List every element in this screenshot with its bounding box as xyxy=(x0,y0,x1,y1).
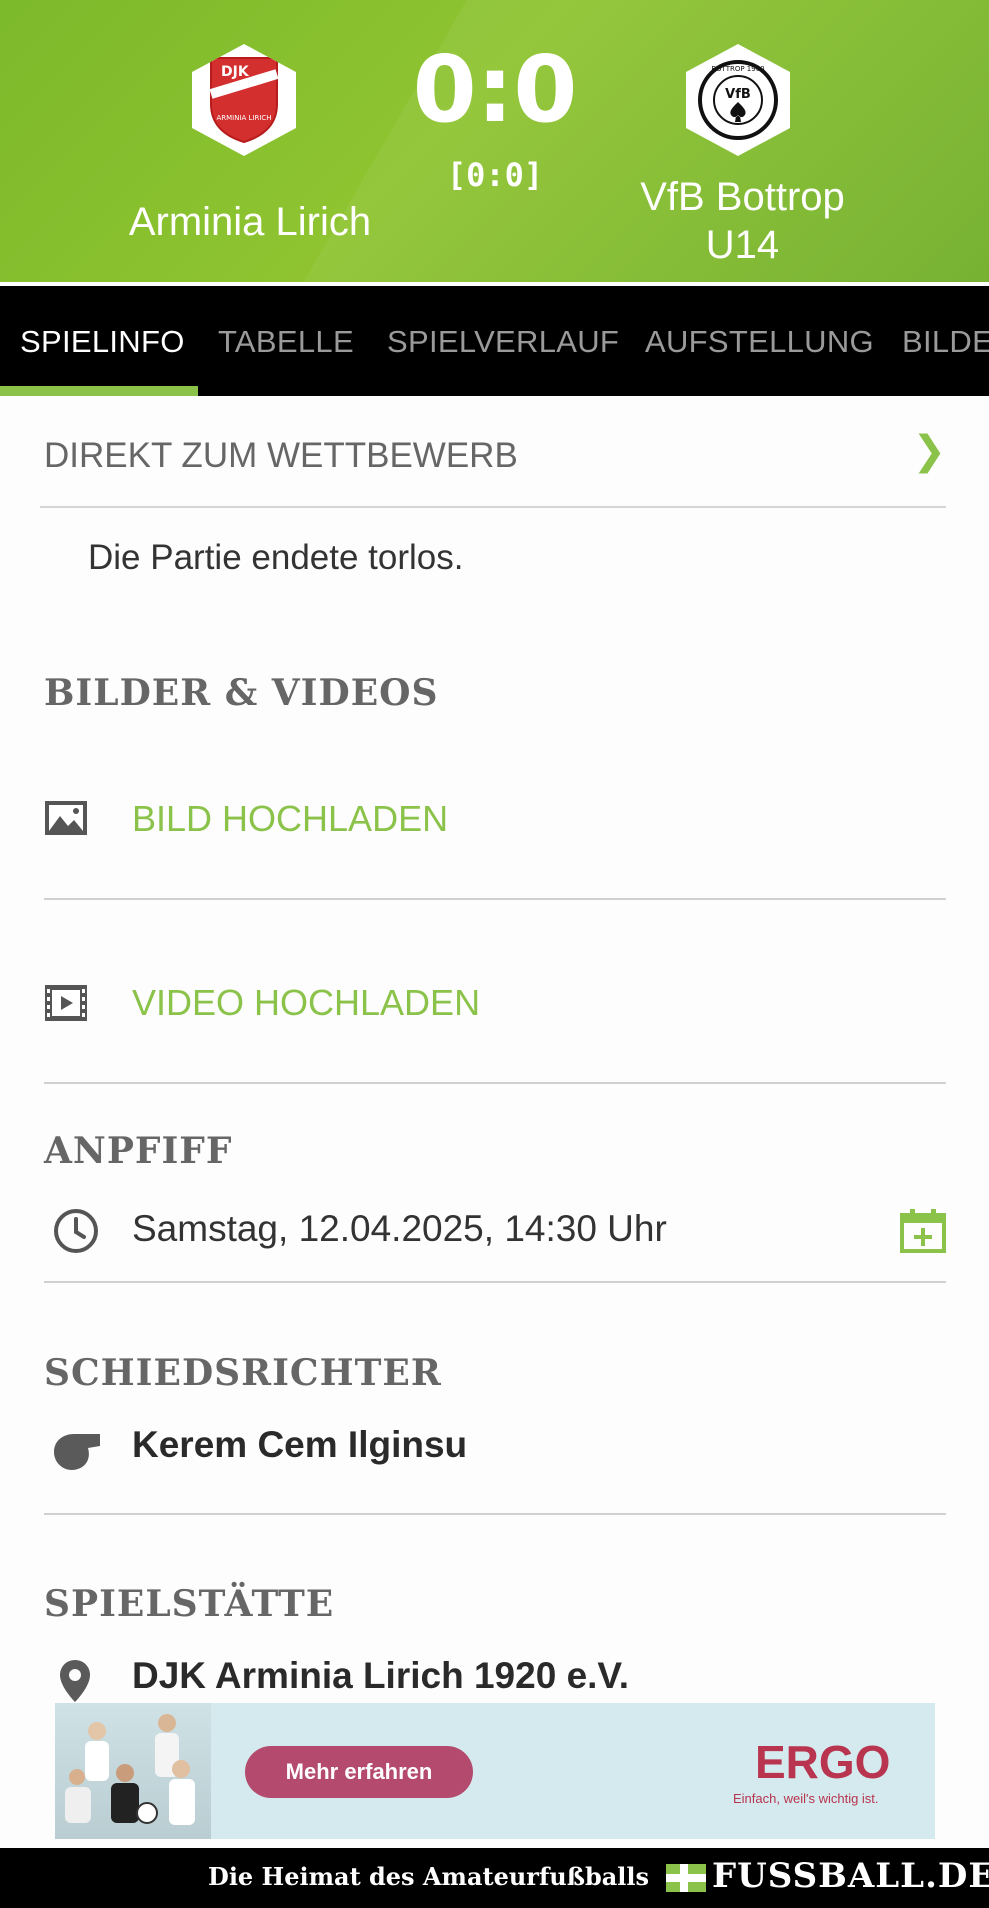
video-icon xyxy=(45,985,87,1021)
kickoff-section-title: ANPFIFF xyxy=(44,1130,233,1172)
match-score: 0:0 xyxy=(412,36,578,143)
upload-video-button[interactable]: VIDEO HOCHLADEN xyxy=(132,982,480,1024)
competition-link[interactable]: DIREKT ZUM WETTBEWERB ❯ xyxy=(40,412,946,508)
venue-name[interactable]: DJK Arminia Lirich 1920 e.V. xyxy=(132,1655,629,1697)
away-team-name[interactable]: VfB Bottrop U14 xyxy=(600,173,885,269)
tab-spielinfo[interactable]: SPIELINFO xyxy=(20,286,185,396)
footer-tagline: Die Heimat des Amateurfußballs xyxy=(208,1862,650,1891)
away-team-logo[interactable]: VfB BOTTROP 1900 xyxy=(686,44,790,156)
chevron-right-icon: ❯ xyxy=(912,429,946,473)
ad-brand-logo: ERGO xyxy=(755,1736,891,1788)
upload-image-button[interactable]: BILD HOCHLADEN xyxy=(132,798,448,840)
flag-logo-icon xyxy=(666,1864,706,1892)
divider xyxy=(44,1513,946,1515)
home-team-logo[interactable]: DJK ARMINIA LIRICH xyxy=(192,44,296,156)
media-section-title: BILDER & VIDEOS xyxy=(44,672,439,714)
competition-link-label: DIREKT ZUM WETTBEWERB xyxy=(44,436,518,475)
match-header: DJK ARMINIA LIRICH VfB BOTTROP 1900 0:0 … xyxy=(0,0,989,282)
home-crest-icon: DJK ARMINIA LIRICH xyxy=(209,57,279,144)
home-team-name[interactable]: Arminia Lirich xyxy=(80,198,420,246)
ad-cta-button[interactable]: Mehr erfahren xyxy=(245,1746,473,1798)
referee-name: Kerem Cem Ilginsu xyxy=(132,1424,468,1465)
venue-section-title: SPIELSTÄTTE xyxy=(44,1583,335,1625)
divider xyxy=(44,898,946,900)
add-to-calendar-icon[interactable] xyxy=(900,1209,946,1253)
ad-slogan: Einfach, weil's wichtig ist. xyxy=(733,1791,879,1806)
tab-bilder[interactable]: BILDE xyxy=(902,286,989,396)
tab-aufstellung[interactable]: AUFSTELLUNG xyxy=(645,286,874,396)
match-summary: Die Partie endete torlos. xyxy=(88,538,464,577)
away-crest-icon: VfB BOTTROP 1900 xyxy=(698,60,778,140)
divider xyxy=(44,1281,946,1283)
svg-text:ARMINIA LIRICH: ARMINIA LIRICH xyxy=(216,114,271,122)
divider xyxy=(44,1082,946,1084)
active-tab-indicator xyxy=(0,386,198,396)
tab-tabelle[interactable]: TABELLE xyxy=(218,286,354,396)
location-pin-icon xyxy=(60,1660,90,1702)
footer-bar: Die Heimat des Amateurfußballs FUSSBALL.… xyxy=(0,1848,989,1908)
tab-bar: SPIELINFO TABELLE SPIELVERLAUF AUFSTELLU… xyxy=(0,286,989,396)
footer-brand-logo[interactable]: FUSSBALL.DE xyxy=(712,1856,989,1896)
clock-icon xyxy=(54,1209,98,1253)
svg-text:DJK: DJK xyxy=(221,64,250,80)
tab-spielverlauf[interactable]: SPIELVERLAUF xyxy=(387,286,619,396)
advertisement-banner[interactable]: Mehr erfahren ERGO Einfach, weil's wicht… xyxy=(55,1703,935,1839)
ad-photo xyxy=(55,1703,211,1839)
halftime-score: [0:0] xyxy=(446,156,544,194)
ad-players-image xyxy=(65,1714,195,1825)
kickoff-datetime: Samstag, 12.04.2025, 14:30 Uhr xyxy=(132,1208,667,1249)
whistle-icon xyxy=(54,1434,100,1470)
referee-section-title: SCHIEDSRICHTER xyxy=(44,1352,442,1394)
svg-text:BOTTROP 1900: BOTTROP 1900 xyxy=(711,65,764,73)
svg-text:VfB: VfB xyxy=(725,87,751,102)
image-icon xyxy=(45,801,87,835)
